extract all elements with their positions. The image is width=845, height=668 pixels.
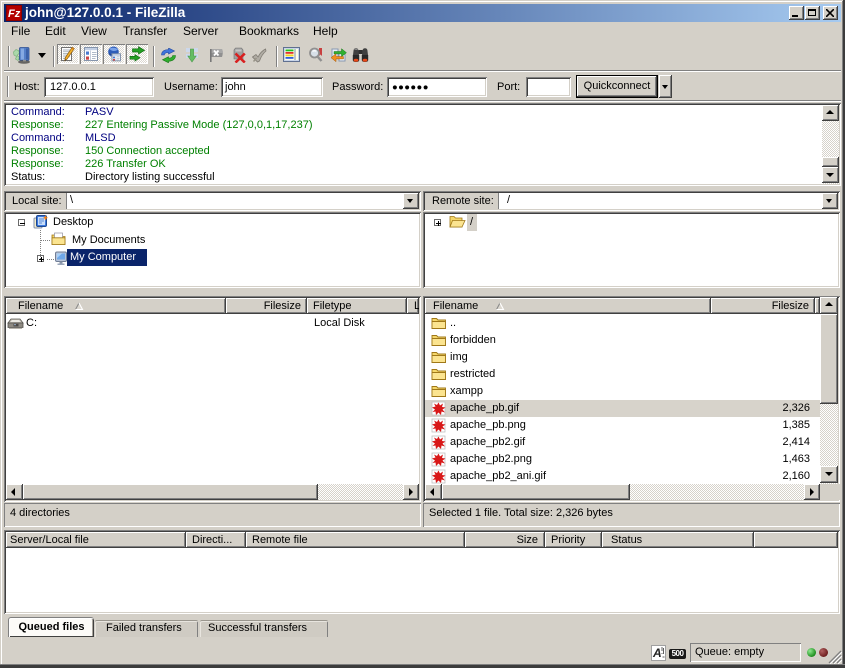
svg-text:Fz: Fz	[8, 8, 21, 20]
svg-text:A: A	[652, 646, 662, 660]
